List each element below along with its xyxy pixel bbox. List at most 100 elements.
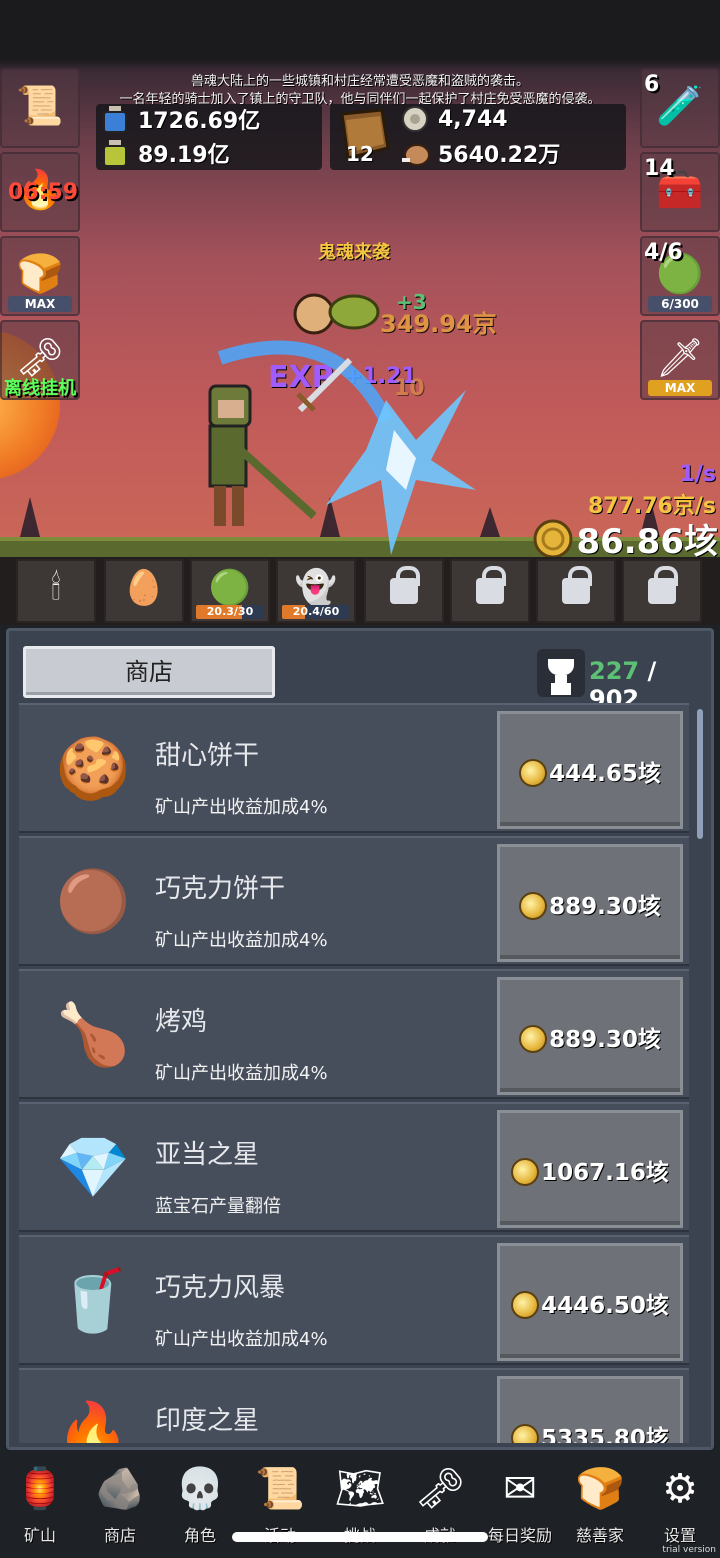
torch-timer: 06:59 [8, 180, 79, 205]
item-price: 5335.80垓 [541, 1426, 669, 1443]
lock-icon [562, 566, 592, 604]
shop-item: 🍪 甜心饼干 矿山产出收益加成4% 444.65垓 [19, 703, 689, 833]
shop-item: 🟤 巧克力饼干 矿山产出收益加成4% 889.30垓 [19, 836, 689, 966]
item-name: 亚当之星 [155, 1140, 260, 1170]
buy-button[interactable]: 4446.50垓 [497, 1243, 683, 1361]
item-price: 889.30垓 [549, 894, 661, 920]
unit-strip: 🕯 🥚 🟢 20.3/30 👻 20.4/60 [0, 557, 720, 625]
slime-button[interactable]: 🟢 4/6 6/300 [640, 236, 720, 316]
heart-cookie-icon: 🍪 [55, 734, 131, 804]
potion-count: 6 [644, 72, 660, 97]
roast-chicken-icon: 🍗 [55, 1000, 131, 1070]
buy-button[interactable]: 889.30垓 [497, 977, 683, 1095]
item-name: 巧克力饼干 [155, 874, 286, 904]
buy-button[interactable]: 1067.16垓 [497, 1110, 683, 1228]
tab-shop[interactable]: 商店 [23, 646, 275, 698]
slime-progress: 6/300 [648, 296, 712, 312]
chocolate-storm-icon: 🥤 [55, 1266, 131, 1336]
stone-coin-icon [400, 104, 432, 134]
scroll-icon: 📜 [16, 83, 64, 128]
strip-slot-locked[interactable] [364, 559, 444, 623]
trophy-icon [537, 649, 585, 697]
offline-button[interactable]: 🗝 离线挂机 [0, 320, 80, 400]
strip-slot-candle[interactable]: 🕯 [16, 559, 96, 623]
game-scene: 兽魂大陆上的一些城镇和村庄经常遭受恶魔和盗贼的袭击。 一名年轻的骑士加入了镇上的… [0, 0, 720, 625]
coin-icon [511, 1291, 540, 1319]
meat-icon [400, 138, 432, 168]
stone-icon: 🪨 [95, 1466, 145, 1512]
potion-button[interactable]: 🧪 6 [640, 68, 720, 148]
shop-item-list[interactable]: 🍪 甜心饼干 矿山产出收益加成4% 444.65垓 🟤 巧克力饼干 矿山产出收益… [19, 703, 689, 1443]
strip-slot-slime[interactable]: 🟢 20.3/30 [190, 559, 270, 623]
coin-icon [511, 1424, 540, 1443]
red-potion-icon: 🧪 [656, 83, 704, 128]
nav-mine[interactable]: 🏮 矿山 [0, 1456, 80, 1552]
story-line-1: 兽魂大陆上的一些城镇和村庄经常遭受恶魔和盗贼的袭击。 [190, 74, 529, 89]
strip-slot-locked[interactable] [536, 559, 616, 623]
nav-character[interactable]: 💀 角色 [160, 1456, 240, 1552]
nav-settings[interactable]: ⚙ 设置 [640, 1456, 720, 1552]
lock-icon [648, 566, 678, 604]
scroll-button[interactable]: 📜 [0, 68, 80, 148]
nav-shop[interactable]: 🪨 商店 [80, 1456, 160, 1552]
item-desc: 矿山产出收益加成4% [155, 1329, 328, 1350]
sword-button[interactable]: 🗡 MAX [640, 320, 720, 400]
trial-version-label: trial version [662, 1545, 716, 1555]
letter-icon: ✉ [503, 1466, 537, 1512]
item-price: 889.30垓 [549, 1027, 661, 1053]
event-title: 鬼魂来袭 [318, 242, 390, 263]
total-coin: 86.86垓 [576, 522, 718, 562]
blue-potion-resource: 1726.69亿 [100, 104, 260, 134]
bread-max-badge: MAX [8, 296, 72, 312]
chocolate-cookie-icon: 🟤 [55, 867, 131, 937]
buy-button[interactable]: 889.30垓 [497, 844, 683, 962]
item-price: 1067.16垓 [541, 1160, 669, 1186]
candle-icon: 🕯 [51, 568, 61, 608]
strip-slot-locked[interactable] [622, 559, 702, 623]
item-desc: 矿山产出收益加成4% [155, 930, 328, 951]
green-potion-icon [100, 138, 132, 168]
nav-philanthropist[interactable]: 🍞 慈善家 [560, 1456, 640, 1552]
item-name: 烤鸡 [155, 1007, 208, 1037]
shop-panel: 商店 227 / 902 🍪 甜心饼干 矿山产出收益加成4% 444.65垓 🟤… [6, 628, 714, 1450]
item-price: 4446.50垓 [541, 1293, 669, 1319]
spike [20, 497, 40, 537]
item-name: 甜心饼干 [155, 741, 260, 771]
coin-icon [519, 759, 548, 787]
book-count: 12 [346, 142, 374, 166]
buy-button[interactable]: 5335.80垓 [497, 1376, 683, 1443]
shop-item: 🥤 巧克力风暴 矿山产出收益加成4% 4446.50垓 [19, 1235, 689, 1365]
scroll-icon: 📜 [255, 1466, 305, 1512]
bread-icon: 🍞 [575, 1466, 625, 1512]
offline-label: 离线挂机 [4, 378, 76, 399]
strip-slot-egg[interactable]: 🥚 [104, 559, 184, 623]
trophy-current: 227 [589, 657, 640, 685]
shop-item: 🍗 烤鸡 矿山产出收益加成4% 889.30垓 [19, 969, 689, 1099]
ghost-progress-bar: 20.4/60 [282, 605, 350, 619]
key-icon: 🗝 [414, 1466, 466, 1512]
strip-slot-ghost[interactable]: 👻 20.4/60 [276, 559, 356, 623]
trophy-separator: / [639, 657, 657, 685]
home-indicator[interactable] [232, 1532, 488, 1542]
exp-rate: 1/s [679, 462, 716, 487]
drop-slime-icon [328, 284, 380, 330]
coin-icon [511, 1158, 540, 1186]
sword-icon: 🗡 [655, 335, 705, 380]
buy-button[interactable]: 444.65垓 [497, 711, 683, 829]
map-icon: 🗺 [334, 1466, 386, 1512]
sword-max-badge: MAX [648, 380, 712, 396]
scrollbar[interactable] [697, 709, 703, 839]
lock-icon [476, 566, 506, 604]
strip-slot-locked[interactable] [450, 559, 530, 623]
torch-button[interactable]: 🔥 06:59 [0, 152, 80, 232]
slime-count: 4/6 [644, 240, 683, 265]
meat-resource: 5640.22万 [400, 138, 560, 168]
chest-count: 14 [644, 156, 675, 181]
item-desc: 矿山产出收益加成4% [155, 1063, 328, 1084]
chest-button[interactable]: 🧰 14 [640, 152, 720, 232]
nav-daily-reward[interactable]: ✉ 每日奖励 [480, 1456, 560, 1552]
exp-sword-icon [292, 356, 356, 416]
shop-item: 💎 亚当之星 蓝宝石产量翻倍 1067.16垓 [19, 1102, 689, 1232]
bread-button[interactable]: 🍞 MAX [0, 236, 80, 316]
item-name: 印度之星 [155, 1406, 260, 1436]
